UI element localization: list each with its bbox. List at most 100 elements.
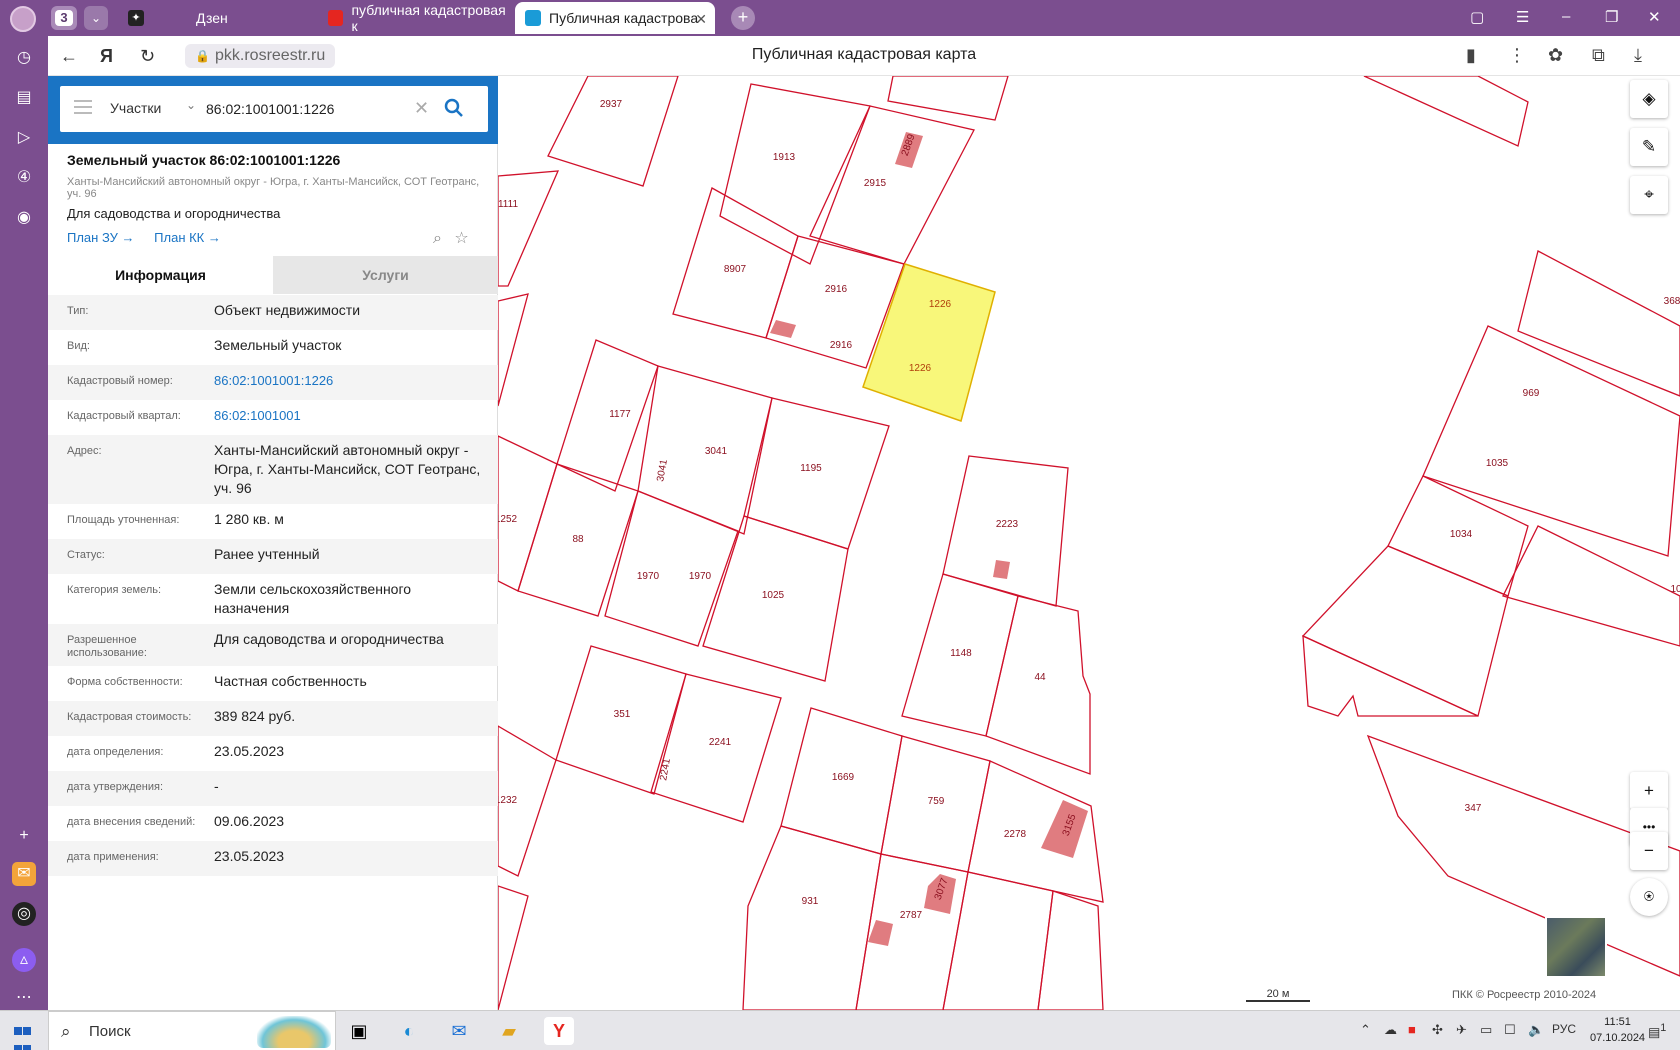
mail-icon[interactable]: ✉ — [12, 862, 36, 886]
tab-dzen[interactable]: ✦ Дзен — [118, 2, 318, 34]
satellite-minimap[interactable] — [1545, 916, 1607, 978]
parcel-label: 1970 — [637, 571, 660, 582]
restore-icon[interactable]: ❐ — [1605, 8, 1618, 26]
field-row: Статус: Ранее учтенный — [48, 539, 498, 574]
menu-icon[interactable]: ☰ — [1516, 8, 1529, 26]
parcel-label: 44 — [1034, 672, 1046, 683]
parcel-label: 1195 — [800, 463, 822, 474]
parcel-label: 2223 — [996, 519, 1019, 530]
close-window-icon[interactable]: ✕ — [1648, 8, 1661, 26]
video-icon[interactable]: ▷ — [12, 126, 36, 150]
field-label: Кадастровый номер: — [67, 375, 173, 387]
more-vert-icon[interactable]: ⋮ — [1508, 45, 1526, 66]
compass-icon[interactable]: ⍟ — [1630, 878, 1668, 916]
parcel-label: 2937 — [600, 99, 623, 110]
ruler-icon[interactable]: ✎ — [1630, 128, 1668, 166]
browser-tab-bar: 3 ⌄ ✦ Дзен публичная кадастровая к Публи… — [0, 0, 1680, 36]
close-tab-icon[interactable]: ✕ — [695, 11, 707, 28]
counter-icon[interactable]: ④ — [12, 166, 36, 190]
tab-services[interactable]: Услуги — [273, 256, 498, 294]
parcel-layer[interactable]: 2937111119132915288989072916291612261226… — [498, 76, 1680, 1010]
selected-parcel[interactable] — [862, 263, 996, 422]
task-view-icon[interactable]: ▣ — [344, 1017, 374, 1045]
tray-app-icon[interactable]: ■ — [1408, 1022, 1416, 1037]
extension-icon[interactable]: ✿ — [1548, 45, 1563, 66]
cadastral-map[interactable]: 2937 1111 1913 2915 2889 8907 2916 2916 1226 1226… — [498, 76, 1680, 1010]
search-input[interactable] — [206, 96, 396, 122]
more-icon[interactable]: ⋯ — [12, 986, 36, 1010]
category-select[interactable]: Участки — [110, 100, 161, 116]
new-tab-button[interactable]: + — [731, 6, 755, 30]
dzen-icon: ✦ — [128, 10, 144, 26]
download-icon[interactable]: ⤓ — [1634, 45, 1642, 66]
parcel-label: 2278 — [1004, 829, 1027, 840]
url-field[interactable]: 🔒 pkk.rosreestr.ru — [185, 44, 336, 68]
object-use: Для садоводства и огородничества — [67, 206, 281, 221]
field-label: Категория земель: — [67, 584, 162, 596]
field-value: 1 280 кв. м — [214, 511, 284, 527]
mail-icon[interactable]: ✉ — [444, 1017, 474, 1045]
parcel-label: 1669 — [832, 772, 855, 783]
tray-app-icon[interactable]: ☁ — [1384, 1022, 1397, 1038]
tray-chevron-icon[interactable]: ⌃ — [1360, 1022, 1371, 1038]
plan-zu-link[interactable]: План ЗУ → — [67, 230, 135, 245]
parcel-label: 88 — [572, 534, 584, 545]
zoom-out-button[interactable]: − — [1630, 832, 1668, 870]
tab-info[interactable]: Информация — [48, 256, 273, 294]
field-row: Площадь уточненная: 1 280 кв. м — [48, 504, 498, 539]
parcel-label: 10 — [1670, 584, 1680, 595]
edge-icon[interactable]: ◐ — [394, 1017, 424, 1045]
explorer-icon[interactable]: ▰ — [494, 1017, 524, 1045]
object-actions: ⌕ ☆ — [433, 228, 469, 248]
yandex-home-icon[interactable]: Я — [100, 46, 113, 67]
minimize-icon[interactable]: – — [1562, 8, 1570, 25]
bookmarks-icon[interactable]: ▢ — [1470, 8, 1484, 26]
yandex-browser-icon[interactable]: Y — [544, 1017, 574, 1045]
chevron-down-icon[interactable]: ⌄ — [84, 6, 108, 30]
camera-icon[interactable]: ◉ — [12, 206, 36, 230]
app-icon[interactable]: ◎ — [12, 902, 36, 926]
tray-app-icon[interactable]: ✈ — [1456, 1022, 1467, 1038]
field-row: дата применения: 23.05.2023 — [48, 841, 498, 876]
layers-icon[interactable]: ◈ — [1630, 80, 1668, 118]
star-icon[interactable]: ☆ — [454, 230, 468, 247]
back-icon[interactable]: ← — [60, 46, 78, 67]
field-row: Кадастровый квартал: 86:02:1001001 — [48, 400, 498, 435]
url-text: pkk.rosreestr.ru — [215, 47, 326, 64]
tray-app-icon[interactable]: ☐ — [1504, 1022, 1516, 1038]
reload-icon[interactable]: ↻ — [140, 46, 155, 67]
clock[interactable]: 11:51 07.10.2024 — [1590, 1014, 1645, 1046]
menu-icon[interactable] — [74, 100, 92, 118]
info-tabs: Информация Услуги — [48, 256, 498, 294]
zoom-to-object-icon[interactable]: ⌕ — [433, 230, 442, 247]
search-icon[interactable] — [444, 98, 464, 118]
history-icon[interactable]: ◷ — [12, 46, 36, 70]
add-icon[interactable]: + — [12, 824, 36, 848]
tab-pkk[interactable]: Публичная кадастрова ✕ — [515, 2, 715, 34]
clear-icon[interactable]: ✕ — [414, 98, 429, 119]
field-link[interactable]: 86:02:1001001:1226 — [214, 371, 484, 394]
zoom-in-button[interactable]: + — [1630, 772, 1668, 810]
chevron-down-icon[interactable]: ⌄ — [186, 98, 196, 112]
parcel-label: 1226 — [929, 299, 952, 310]
taskbar-search[interactable]: ⌕ Поиск — [48, 1011, 336, 1050]
notifications-icon[interactable]: ▤1 — [1648, 1022, 1666, 1040]
network-icon[interactable]: ▭ — [1480, 1022, 1492, 1038]
language-indicator[interactable]: РУС — [1552, 1022, 1576, 1036]
plan-kk-link[interactable]: План КК → — [154, 230, 221, 245]
volume-icon[interactable]: 🔈 — [1528, 1022, 1544, 1038]
field-row: Кадастровая стоимость: 389 824 руб. — [48, 701, 498, 736]
parcel-label: 347 — [1465, 803, 1482, 814]
field-link[interactable]: 86:02:1001001 — [214, 406, 484, 429]
tab-yandex-search[interactable]: публичная кадастровая к — [318, 2, 510, 34]
alice-icon[interactable]: ▵ — [12, 948, 36, 972]
profile-avatar[interactable] — [10, 6, 36, 32]
clock-time: 11:51 — [1604, 1016, 1631, 1028]
locate-icon[interactable]: ⌖ — [1630, 176, 1668, 214]
tab-groups-button[interactable]: 3 — [51, 6, 77, 30]
tray-app-icon[interactable]: ✣ — [1432, 1022, 1443, 1038]
bookmark-icon[interactable]: ▮ — [1466, 45, 1476, 66]
collections-icon[interactable]: ▤ — [12, 86, 36, 110]
share-icon[interactable]: ⧉ — [1592, 45, 1605, 66]
windows-start-icon[interactable] — [14, 1023, 32, 1050]
